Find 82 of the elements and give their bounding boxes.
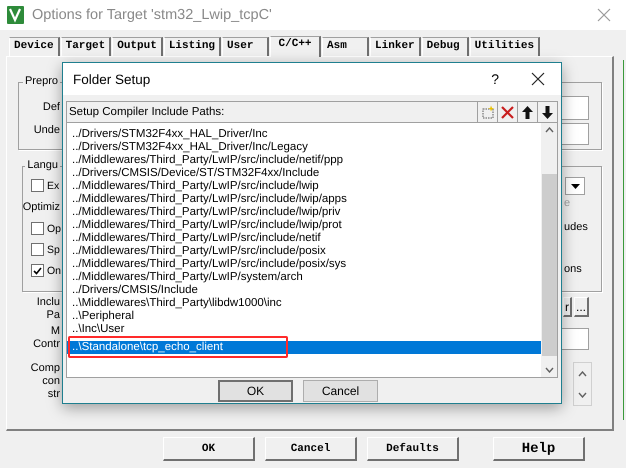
tab[interactable]: Listing [164,37,222,56]
window-title: Options for Target 'stm32_Lwip_tcpC' [32,7,272,23]
browse-button[interactable]: ... [574,297,590,317]
dialog-button[interactable]: OK [218,380,293,402]
path-item[interactable]: ../Middlewares/Third_Party/LwIP/src/include/netif/ppp [67,154,541,167]
dialog-button[interactable]: Help [493,437,585,461]
scroll-up-icon[interactable] [544,127,554,133]
tab[interactable]: Debug [422,37,469,56]
scrollbar-thumb[interactable] [542,174,556,356]
new-folder-icon [480,105,494,119]
path-item[interactable]: ../Middlewares/Third_Party/LwIP/src/include/posix [67,245,541,258]
tab[interactable]: Utilities [470,37,540,56]
path-item[interactable]: ../Middlewares/Third_Party/LwIP/src/include/posix/sys [67,258,541,271]
dialog-button[interactable]: OK [163,437,255,461]
scroll-down-icon[interactable] [578,392,587,398]
path-item[interactable]: ../Drivers/CMSIS/Device/ST/STM32F4xx/Include [67,167,541,180]
option-label: Inclu [36,296,60,308]
arrow-down-icon [542,106,553,118]
group-title: Langu [25,159,60,171]
option-label: Comp [30,362,60,374]
delete-button[interactable] [497,102,517,122]
tab[interactable]: Linker [370,37,421,56]
app-logo-icon [7,6,24,24]
checkbox[interactable] [31,243,44,256]
input-field[interactable] [560,123,589,145]
checkbox-label: Sp [47,244,60,256]
delete-icon [501,106,514,118]
checkbox[interactable] [31,264,44,277]
browse-button[interactable]: r [563,297,572,317]
checkbox-label: On [47,264,62,276]
path-item[interactable]: ../Middlewares/Third_Party/LwIP/src/include/lwip/priv [67,206,541,219]
dialog-button[interactable]: Cancel [265,437,357,461]
help-button[interactable]: ? [491,71,499,87]
path-item[interactable]: ../Drivers/STM32F4xx_HAL_Driver/Inc [67,128,541,141]
tab[interactable]: Output [112,37,163,56]
tab[interactable]: C/C++ [270,36,322,57]
close-icon[interactable] [531,72,545,86]
list-label: Setup Compiler Include Paths: [68,106,224,118]
path-item[interactable]: ../Middlewares/Third_Party/LwIP/src/include/lwip [67,180,541,193]
option-label: Contr [33,338,60,350]
path-item[interactable]: ..\Standalone\tcp_echo_client [67,341,541,354]
option-label: Pa [46,309,60,321]
path-item[interactable]: ../Drivers/CMSIS/Include [67,284,541,297]
scroll-down-icon[interactable] [544,367,554,373]
option-label: con [42,375,60,387]
dialog-button[interactable]: Defaults [367,437,459,461]
input-field[interactable] [560,328,589,350]
caret-icon [570,184,580,188]
dialog-button[interactable]: Cancel [303,380,378,402]
path-item[interactable]: ../Middlewares/Third_Party/LwIP/src/include/netif [67,232,541,245]
option-label: Def [42,101,60,113]
input-field[interactable] [560,96,589,120]
path-item[interactable]: ../Middlewares/Third_Party/LwIP/system/arch [67,271,541,284]
checkbox[interactable] [31,222,44,235]
scroll-up-icon[interactable] [578,370,587,376]
path-item[interactable]: ../Middlewares/Third_Party/LwIP/src/include/lwip/prot [67,219,541,232]
option-label: Unde [34,124,60,136]
check-icon [33,266,42,274]
group-title: Prepro [22,75,60,87]
option-label: M [50,325,60,337]
checkbox-label: Op [47,222,62,234]
dialog-title: Folder Setup [73,72,150,86]
path-item[interactable]: ..\Middlewares\Third_Party\libdw1000\inc [67,297,541,310]
tab[interactable]: Asm [322,37,370,56]
tab[interactable]: User [222,37,270,56]
path-item[interactable]: ../Drivers/STM32F4xx_HAL_Driver/Inc/Legacy [67,141,541,154]
checkbox[interactable] [31,179,44,192]
scrollbar[interactable] [573,362,592,406]
tab[interactable]: Device [9,37,60,56]
path-item[interactable]: ..\Inc\User [67,323,541,336]
arrow-up-icon [522,106,533,118]
new-folder-button[interactable] [477,102,497,122]
tab[interactable]: Target [60,37,112,56]
dropdown-button[interactable] [565,177,585,195]
option-label: ons [564,263,582,275]
path-item[interactable]: ..\Peripheral [67,310,541,323]
option-label: e [564,197,570,209]
path-item[interactable]: ../Middlewares/Third_Party/LwIP/src/include/lwip/apps [67,193,541,206]
option-label: udes [564,221,588,233]
option-label: Optimiz [22,201,60,213]
checkbox-label: Ex [47,180,60,192]
option-label: str [48,388,60,400]
